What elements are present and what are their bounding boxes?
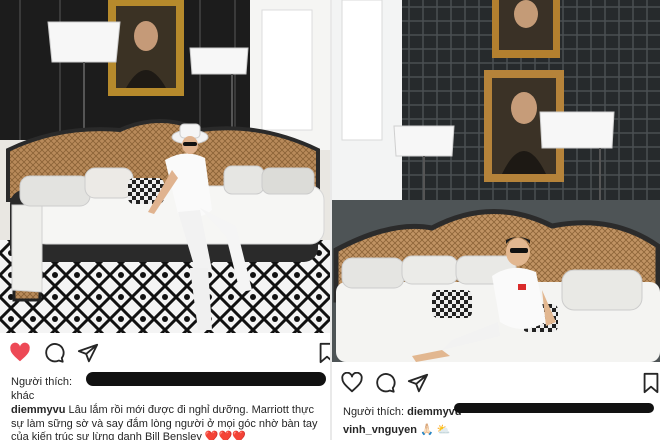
bookmark-icon[interactable] <box>640 372 660 394</box>
share-icon[interactable] <box>407 372 429 394</box>
right-post: Người thích: diemmyvu vinh_vnguyen 🙏🏻 ⛅ <box>332 0 660 440</box>
comment-icon[interactable] <box>374 372 396 394</box>
share-icon[interactable] <box>77 342 99 364</box>
post-caption: diemmyvu Lâu lắm rồi mới được đi nghỉ dư… <box>11 404 327 440</box>
heart-outline-icon[interactable] <box>341 372 363 394</box>
likes-label: Người thích: <box>343 406 405 418</box>
likes-line: Người thích: diemmyvu <box>343 406 462 418</box>
likes-label: Người thích: <box>11 376 73 388</box>
caption-username[interactable]: diemmyvu <box>11 404 65 416</box>
comment-username[interactable]: vinh_vnguyen <box>343 424 417 436</box>
post-actions <box>0 340 330 368</box>
redacted-likers <box>454 403 654 413</box>
post-photo-man-on-sofa[interactable] <box>332 0 660 362</box>
likes-suffix: khác <box>11 390 35 402</box>
comment-row: vinh_vnguyen 🙏🏻 ⛅ <box>343 423 450 436</box>
redacted-likers <box>86 372 326 386</box>
post-photo-woman-on-sofa[interactable] <box>0 0 330 333</box>
likes-line: Người thích: <box>11 376 72 388</box>
post-actions <box>332 370 660 398</box>
comment-emoji: 🙏🏻 ⛅ <box>420 424 451 436</box>
comment-icon[interactable] <box>43 342 65 364</box>
caption-emoji: ❤️❤️❤️ <box>204 431 246 440</box>
heart-filled-icon[interactable] <box>9 342 31 364</box>
left-post: Người thích: khác diemmyvu Lâu lắm rồi m… <box>0 0 330 440</box>
bookmark-icon[interactable] <box>316 342 330 364</box>
